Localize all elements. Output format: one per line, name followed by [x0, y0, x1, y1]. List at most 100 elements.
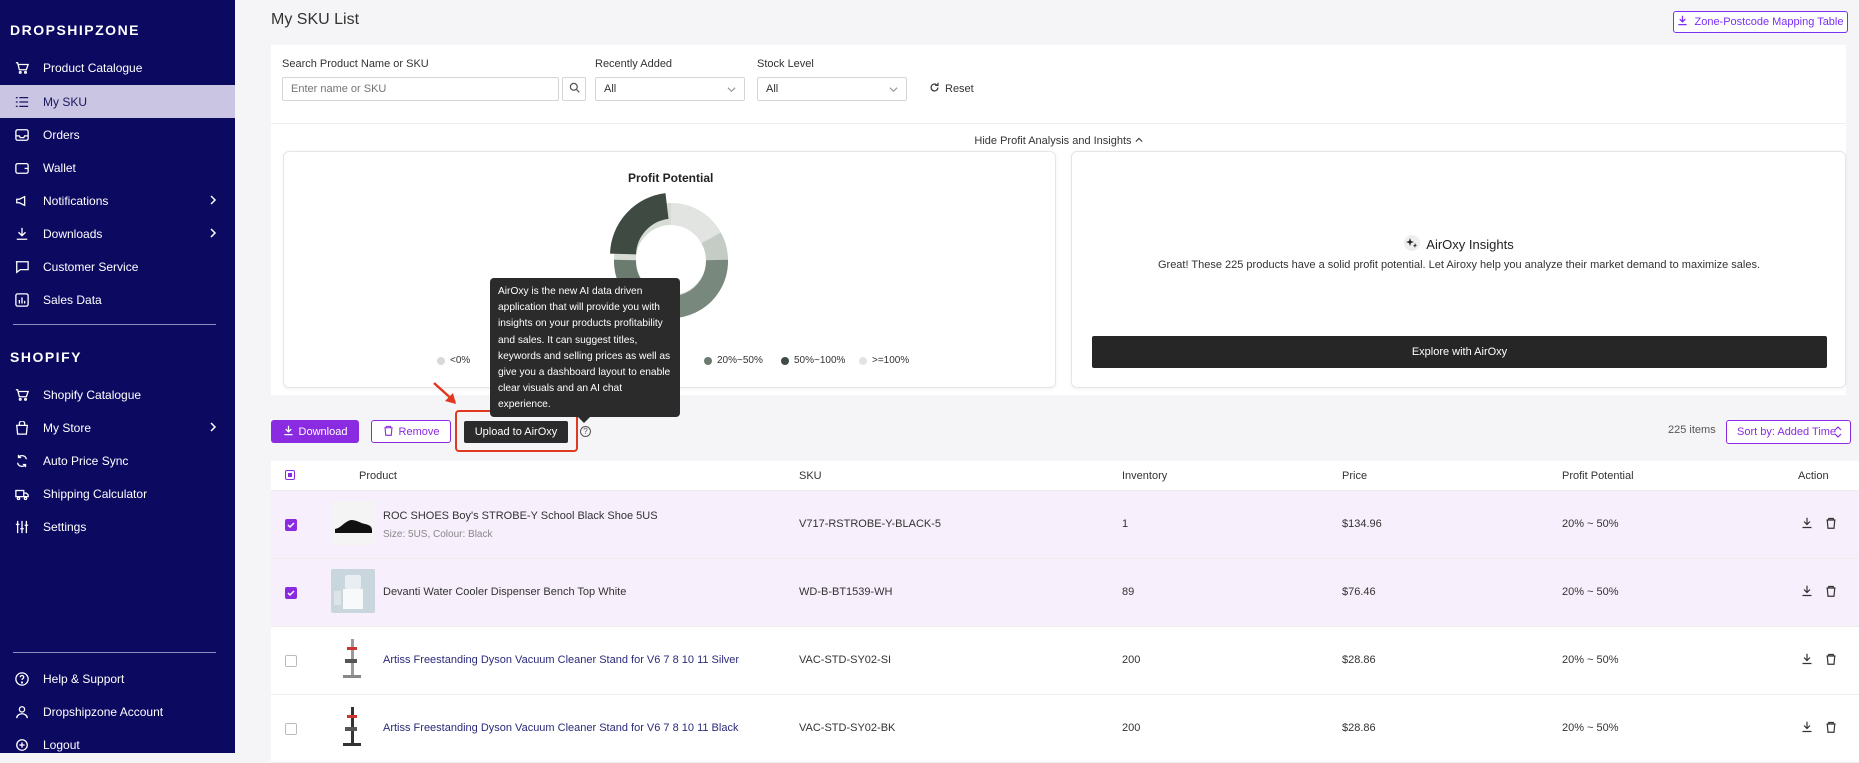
price-cell: $28.86 [1342, 654, 1376, 666]
row-checkbox[interactable] [285, 587, 297, 599]
sidebar-item-label: Settings [43, 519, 87, 534]
trash-icon[interactable] [1825, 517, 1837, 532]
sidebar-item-help-support[interactable]: Help & Support [0, 662, 235, 695]
table-row[interactable]: Devanti Water Cooler Dispenser Bench Top… [271, 559, 1859, 627]
product-name[interactable]: Devanti Water Cooler Dispenser Bench Top… [383, 586, 626, 598]
download-icon [1677, 15, 1688, 29]
select-all-checkbox[interactable] [285, 470, 295, 480]
download-icon [13, 225, 31, 243]
chat-icon [13, 258, 31, 276]
stock-value: All [766, 83, 779, 95]
trash-icon [383, 425, 394, 439]
row-checkbox[interactable] [285, 655, 297, 667]
sidebar-item-notifications[interactable]: Notifications [0, 184, 235, 217]
legend-label: >=100% [872, 355, 910, 366]
sidebar-item-shopify-catalogue[interactable]: Shopify Catalogue [0, 378, 235, 411]
explore-airoxy-button[interactable]: Explore with AirOxy [1092, 336, 1827, 368]
inventory-cell: 200 [1122, 654, 1141, 666]
trash-icon[interactable] [1825, 721, 1837, 736]
sku-cell: V717-RSTROBE-Y-BLACK-5 [799, 518, 942, 530]
sidebar-item-logout[interactable]: Logout [0, 728, 235, 761]
inventory-cell: 89 [1122, 586, 1135, 598]
sku-cell: VAC-STD-SY02-SI [799, 654, 892, 666]
reset-label: Reset [945, 83, 974, 95]
product-name[interactable]: ROC SHOES Boy's STROBE-Y School Black Sh… [383, 510, 658, 522]
sidebar-item-wallet[interactable]: Wallet [0, 151, 235, 184]
recent-select[interactable]: All [595, 77, 745, 101]
product-variant: Size: 5US, Colour: Black [383, 529, 493, 540]
product-name[interactable]: Artiss Freestanding Dyson Vacuum Cleaner… [383, 654, 739, 666]
profit-cell: 20% ~ 50% [1562, 518, 1619, 530]
stock-select[interactable]: All [757, 77, 907, 101]
sidebar-item-downloads[interactable]: Downloads [0, 217, 235, 250]
hide-insights-link[interactable]: Hide Profit Analysis and Insights [271, 123, 1846, 147]
profit-cell: 20% ~ 50% [1562, 654, 1619, 666]
stock-label: Stock Level [757, 58, 814, 70]
sidebar-item-label: Product Catalogue [43, 60, 143, 75]
column-header-profit[interactable]: Profit Potential [1562, 470, 1634, 482]
brand-logo: DROPSHIPZONE [10, 22, 141, 38]
download-icon[interactable] [1801, 721, 1813, 736]
trash-icon[interactable] [1825, 653, 1837, 668]
table-row[interactable]: Artiss Freestanding Dyson Vacuum Cleaner… [271, 627, 1859, 695]
product-thumbnail[interactable] [331, 705, 375, 749]
download-icon[interactable] [1801, 517, 1813, 532]
sidebar-item-shipping-calculator[interactable]: Shipping Calculator [0, 477, 235, 510]
column-header-sku[interactable]: SKU [799, 470, 822, 482]
chevron-right-icon [209, 194, 217, 208]
inventory-cell: 1 [1122, 518, 1129, 530]
sidebar-item-label: Dropshipzone Account [43, 704, 164, 719]
sidebar-item-customer-service[interactable]: Customer Service [0, 250, 235, 283]
sidebar-item-label: Orders [43, 127, 80, 142]
search-button[interactable] [562, 77, 586, 101]
chart-icon [13, 291, 31, 309]
sidebar-item-my-sku[interactable]: My SKU [0, 85, 235, 118]
download-icon[interactable] [1801, 585, 1813, 600]
sort-label: Sort by: Added Time [1737, 426, 1837, 438]
chevron-down-icon [889, 85, 898, 97]
chevron-up-icon [1135, 135, 1143, 147]
price-cell: $76.46 [1342, 586, 1376, 598]
sliders-icon [13, 518, 31, 536]
help-icon[interactable]: ? [580, 426, 591, 437]
legend-label: 20%~50% [717, 355, 763, 366]
recent-label: Recently Added [595, 58, 673, 70]
table-header: Product SKU Inventory Price Profit Poten… [271, 461, 1859, 491]
trash-icon[interactable] [1825, 585, 1837, 600]
product-name[interactable]: Artiss Freestanding Dyson Vacuum Cleaner… [383, 722, 738, 734]
reset-button[interactable]: Reset [929, 82, 974, 96]
download-icon[interactable] [1801, 653, 1813, 668]
product-thumbnail[interactable] [331, 501, 375, 545]
sidebar: DROPSHIPZONE Product Catalogue My SKU Or… [0, 0, 235, 753]
column-header-inventory[interactable]: Inventory [1122, 470, 1167, 482]
legend-item: 50%~100% [781, 355, 845, 366]
sidebar-item-my-store[interactable]: My Store [0, 411, 235, 444]
column-header-price[interactable]: Price [1342, 470, 1367, 482]
product-thumbnail[interactable] [331, 569, 375, 613]
row-checkbox[interactable] [285, 519, 297, 531]
sidebar-item-settings[interactable]: Settings [0, 510, 235, 543]
zone-postcode-button[interactable]: Zone-Postcode Mapping Table [1673, 11, 1848, 33]
sort-select[interactable]: Sort by: Added Time [1726, 420, 1851, 444]
recent-value: All [604, 83, 617, 95]
table-row[interactable]: ROC SHOES Boy's STROBE-Y School Black Sh… [271, 491, 1859, 559]
chevron-down-icon [727, 85, 736, 97]
row-checkbox[interactable] [285, 723, 297, 735]
column-header-product[interactable]: Product [359, 470, 397, 482]
product-thumbnail[interactable] [331, 637, 375, 681]
search-input[interactable] [282, 77, 559, 101]
sidebar-item-orders[interactable]: Orders [0, 118, 235, 151]
sidebar-item-product-catalogue[interactable]: Product Catalogue [0, 51, 235, 84]
remove-button[interactable]: Remove [371, 420, 451, 443]
download-button[interactable]: Download [271, 420, 359, 443]
cart-icon [13, 386, 31, 404]
legend-label: <0% [450, 355, 471, 366]
hide-insights-label: Hide Profit Analysis and Insights [974, 135, 1132, 147]
items-count: 225 items [1668, 424, 1716, 436]
sidebar-item-label: Downloads [43, 226, 103, 241]
sidebar-item-account[interactable]: Dropshipzone Account [0, 695, 235, 728]
sidebar-item-auto-price-sync[interactable]: Auto Price Sync [0, 444, 235, 477]
sidebar-item-sales-data[interactable]: Sales Data [0, 283, 235, 316]
insights-title: AirOxy Insights [1072, 235, 1846, 254]
legend-item: <0% [437, 355, 470, 366]
